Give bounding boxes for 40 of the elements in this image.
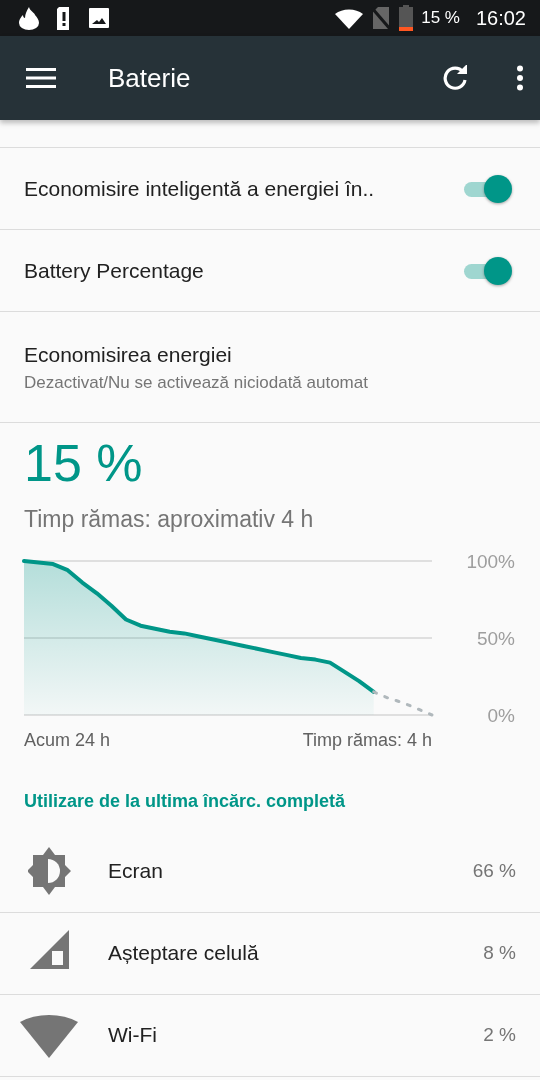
time-remaining: Timp rămas: aproximativ 4 h [24,505,315,535]
alert-icon [56,6,72,30]
usage-percent: 2 % [483,1022,516,1047]
image-icon [88,7,110,29]
usage-item[interactable]: Wi-Fi 2 % [0,994,540,1077]
setting-summary: Dezactivat/Nu se activează niciodată automat [24,372,369,394]
usage-label: Ecran [108,858,163,885]
section-header: Utilizare de la ultima încărc. completă [23,789,347,813]
axis-label: 0% [487,704,515,723]
toggle-switch[interactable] [462,173,512,204]
usage-percent: 8 % [483,940,516,965]
more-options-icon [516,65,524,91]
axis-label: 100% [466,550,515,572]
menu-icon [26,67,56,89]
setting-title: Battery Percentage [24,257,204,284]
usage-percent: 66 % [472,858,516,883]
axis-label: Timp rămas: 4 h [302,728,432,752]
usage-label: Wi-Fi [108,1022,157,1049]
projection-line [372,690,434,717]
app-title: Baterie [108,61,191,95]
battery-percent: 15 % [421,7,460,30]
battery-icon [399,5,414,31]
wifi-icon [335,7,364,29]
refresh-icon [442,65,468,91]
usage-item[interactable]: Ecran 66 % [0,830,540,913]
refresh-button[interactable] [442,65,468,91]
battery-level: 15 % [24,435,144,493]
usage-label: Așteptare celulă [108,940,259,967]
axis-label: Acum 24 h [24,728,111,752]
toggle-switch[interactable] [462,255,512,286]
brightness-icon [27,846,71,897]
menu-button[interactable] [26,67,56,89]
clock: 16:02 [475,6,526,31]
usage-item[interactable]: Așteptare celulă 8 % [0,912,540,995]
no-sim-icon [371,6,392,30]
more-options-button[interactable] [516,65,524,91]
setting-title: Economisirea energiei [24,341,233,368]
setting-title: Economisire inteligentă a energiei în.. [24,175,375,202]
axis-label: 50% [476,627,515,649]
flame-icon [18,6,40,30]
